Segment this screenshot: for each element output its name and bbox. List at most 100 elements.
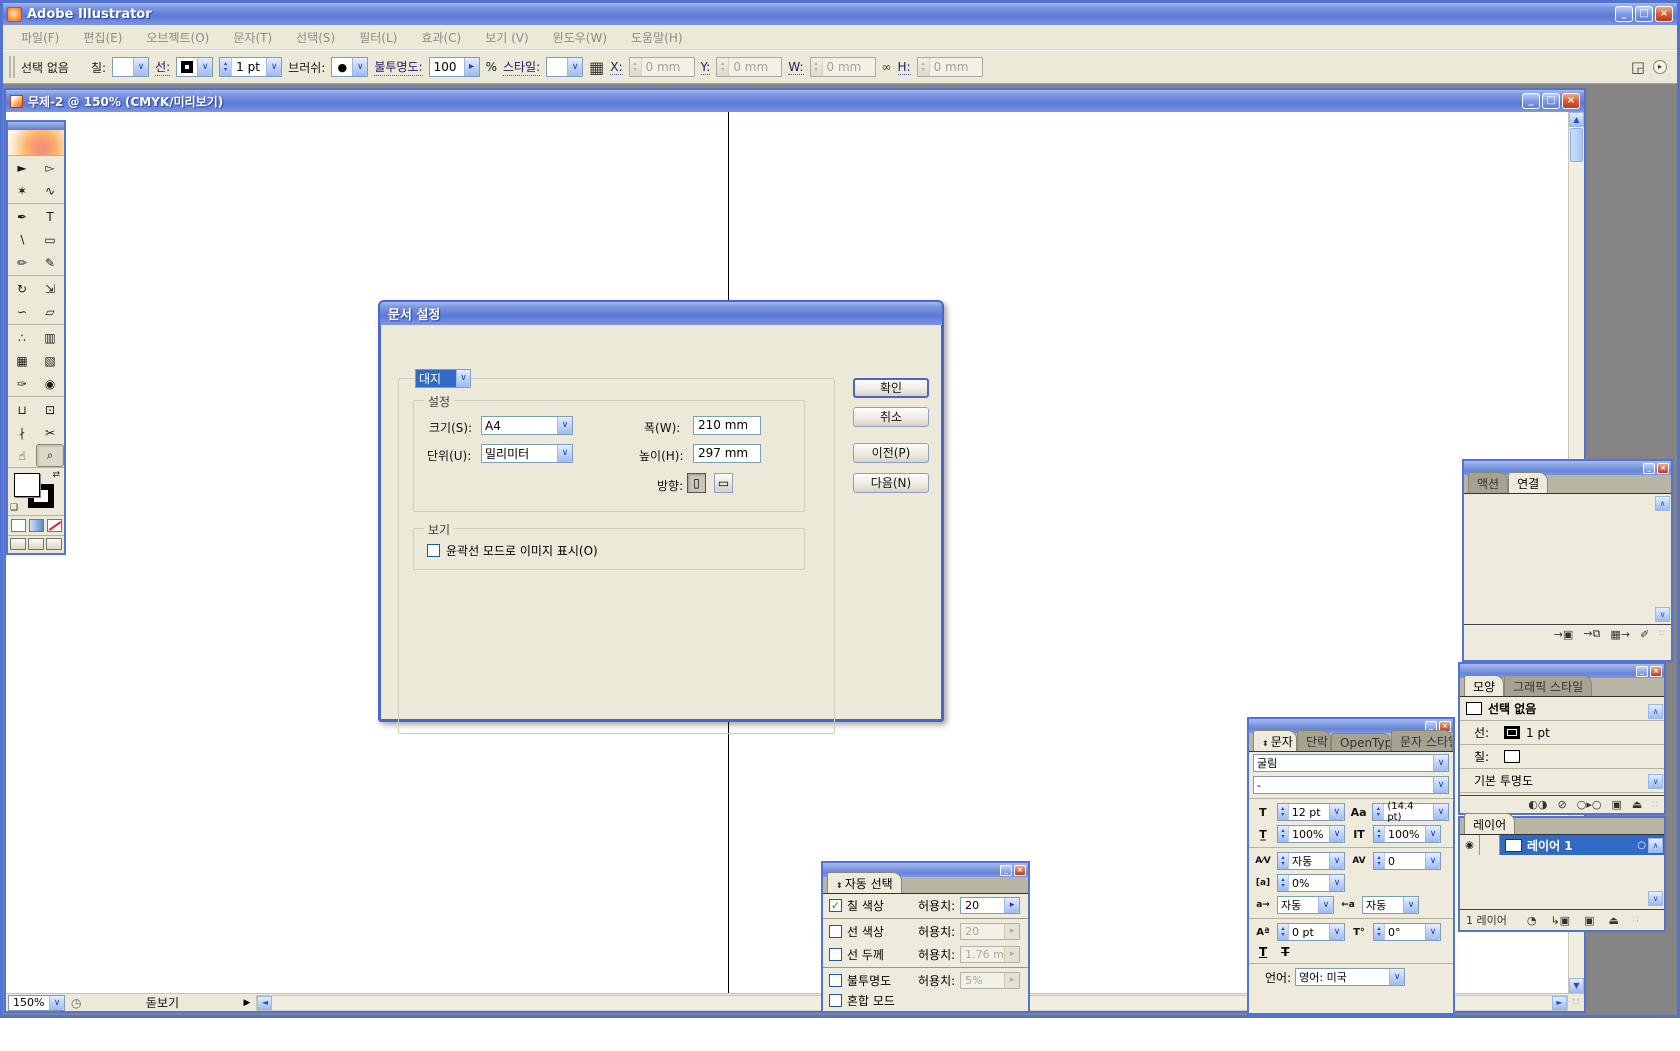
scroll-right-icon[interactable]: ► <box>1552 996 1567 1010</box>
tab-appearance[interactable]: 모양 <box>1464 675 1504 696</box>
aki-right-field[interactable]: 자동 ∨ <box>1362 896 1419 914</box>
appearance-row-stroke[interactable]: 선: 1 pt <box>1460 721 1664 745</box>
none-button[interactable] <box>47 519 62 532</box>
layer-row[interactable]: ◉ 레이어 1 ○ <box>1460 835 1664 855</box>
chevron-down-icon[interactable]: ∨ <box>557 445 572 462</box>
scroll-up-icon[interactable]: ∧ <box>1655 496 1670 511</box>
resize-grip[interactable]: ∷ <box>1568 995 1584 1011</box>
menu-window[interactable]: 윈도우(W) <box>541 26 619 49</box>
chevron-down-icon[interactable]: ∨ <box>557 417 572 434</box>
style-dropdown[interactable]: ∨ <box>546 57 583 77</box>
line-tool-icon[interactable]: ∖ <box>8 228 36 251</box>
doc-maximize-button[interactable]: □ <box>1542 93 1560 109</box>
chevron-down-icon[interactable]: ∨ <box>1425 853 1440 869</box>
menu-object[interactable]: 오브젝트(O) <box>134 26 221 49</box>
gradient-button[interactable] <box>29 519 44 532</box>
ok-button[interactable]: 확인 <box>853 378 929 398</box>
layers-scrollbar[interactable]: ∧ ∨ <box>1648 838 1663 906</box>
chevron-down-icon[interactable]: ∨ <box>1433 755 1448 771</box>
stroke-color-checkbox[interactable] <box>829 925 842 938</box>
slice-tool-icon[interactable]: ∤ <box>8 421 36 444</box>
width-input[interactable]: 210 mm <box>693 416 761 435</box>
scale-tool-icon[interactable]: ⇲ <box>36 277 64 300</box>
fill-color-dropdown[interactable]: ∨ <box>112 57 149 77</box>
font-family-dropdown[interactable]: 굴림 ∨ <box>1253 754 1449 772</box>
chevron-down-icon[interactable]: ∨ <box>1425 924 1440 940</box>
chevron-down-icon[interactable]: ∨ <box>1403 897 1418 913</box>
layer-name[interactable]: 레이어 1 <box>1527 837 1637 854</box>
resize-grip[interactable]: ∷ <box>1633 915 1639 925</box>
chevron-down-icon[interactable]: ∨ <box>197 58 212 76</box>
bar-flyout-menu-icon[interactable]: ▸ <box>1653 60 1667 74</box>
stroke-label[interactable]: 선: <box>155 58 170 76</box>
appearance-scrollbar[interactable]: ∧ ∨ <box>1648 704 1663 789</box>
toolbox-drag-bar[interactable] <box>8 122 64 130</box>
tab-character-styles[interactable]: 문자 스타일 <box>1391 730 1453 751</box>
cancel-button[interactable]: 취소 <box>853 407 929 427</box>
chevron-down-icon[interactable]: ∨ <box>133 58 148 76</box>
unit-dropdown[interactable]: 밀리미터 ∨ <box>481 444 573 463</box>
new-layer-icon[interactable]: ▣ <box>1584 914 1594 927</box>
rectangle-tool-icon[interactable]: ▭ <box>36 228 64 251</box>
scroll-down-icon[interactable]: ∨ <box>1655 607 1670 622</box>
mesh-tool-icon[interactable]: ▦ <box>8 349 36 372</box>
chevron-down-icon[interactable]: ∨ <box>1329 853 1344 869</box>
doc-minimize-button[interactable]: _ <box>1522 93 1540 109</box>
menu-select[interactable]: 선택(S) <box>284 26 347 49</box>
blend-tool-icon[interactable]: ◉ <box>36 372 64 395</box>
app-title-bar[interactable]: Adobe Illustrator _ □ × <box>3 3 1677 25</box>
baseline-shift-field[interactable]: ▴▾ 0 pt ∨ <box>1277 923 1345 941</box>
duplicate-item-icon[interactable]: ○▸○ <box>1577 798 1602 811</box>
menu-view[interactable]: 보기 (V) <box>473 26 540 49</box>
palette-close-button[interactable]: × <box>1650 666 1662 677</box>
palette-minimize-button[interactable]: _ <box>1643 463 1655 474</box>
tab-character[interactable]: ⬍문자 <box>1253 730 1297 751</box>
fill-stroke-indicator[interactable]: ⇄ ❏ <box>8 467 64 515</box>
options-bar-grip[interactable] <box>9 56 15 78</box>
type-tool-icon[interactable]: T <box>36 205 64 228</box>
scroll-up-icon[interactable]: ▲ <box>1569 112 1584 127</box>
language-dropdown[interactable]: 영어: 미국 ∨ <box>1295 968 1405 986</box>
free-transform-tool-icon[interactable]: ▱ <box>36 300 64 323</box>
relink-icon[interactable]: →▣ <box>1554 628 1574 641</box>
font-style-dropdown[interactable]: - ∨ <box>1253 776 1449 794</box>
landscape-orientation-button[interactable]: ▭ <box>714 473 733 493</box>
direct-selection-tool-icon[interactable]: ▻ <box>36 156 64 179</box>
lock-toggle[interactable] <box>1480 835 1500 855</box>
new-item-icon[interactable]: ▣ <box>1611 798 1621 811</box>
menu-filter[interactable]: 필터(L) <box>347 26 409 49</box>
magic-wand-tool-icon[interactable]: ✶ <box>8 179 36 202</box>
menu-type[interactable]: 문자(T) <box>221 26 284 49</box>
link-dimensions-icon[interactable]: ∞ <box>882 60 892 74</box>
tab-paragraph[interactable]: 단락 <box>1297 730 1331 751</box>
underline-icon[interactable]: T <box>1259 945 1267 959</box>
appearance-row-fill[interactable]: 칠: <box>1460 745 1664 769</box>
stroke-weight-checkbox[interactable] <box>829 948 842 961</box>
graph-tool-icon[interactable]: ▥ <box>36 326 64 349</box>
chevron-down-icon[interactable]: ∨ <box>1389 969 1404 985</box>
links-scrollbar[interactable]: ∧ ∨ <box>1655 496 1670 622</box>
paintbrush-tool-icon[interactable]: ✏ <box>8 251 36 274</box>
zoom-level-combo[interactable]: 150% ∨ <box>8 995 65 1011</box>
tab-magic-wand[interactable]: ⬍자동 선택 <box>827 872 902 893</box>
slider-popup-icon[interactable]: ▸ <box>464 58 479 76</box>
menu-effect[interactable]: 효과(C) <box>409 26 473 49</box>
palette-close-button[interactable]: × <box>1014 865 1026 876</box>
character-rotation-field[interactable]: ▴▾ 0° ∨ <box>1373 923 1441 941</box>
chevron-down-icon[interactable]: ∨ <box>1329 804 1344 820</box>
aki-left-field[interactable]: 자동 ∨ <box>1277 896 1334 914</box>
palette-close-button[interactable]: × <box>1657 463 1669 474</box>
scissors-tool-icon[interactable]: ✂ <box>36 421 64 444</box>
vertical-scale-field[interactable]: ▴▾ 100% ∨ <box>1373 825 1441 843</box>
visibility-toggle[interactable]: ◉ <box>1460 835 1480 855</box>
scroll-down-icon[interactable]: ∨ <box>1648 774 1663 789</box>
chevron-down-icon[interactable]: ∨ <box>1433 804 1448 820</box>
resize-grip[interactable]: ∷ <box>1652 800 1658 810</box>
new-sublayer-icon[interactable]: ↳▣ <box>1550 914 1570 927</box>
live-paint-bucket-tool-icon[interactable]: ⊔ <box>8 398 36 421</box>
opacity-label[interactable]: 불투명도: <box>374 58 422 76</box>
vertical-scroll-thumb[interactable] <box>1570 128 1583 162</box>
chevron-down-icon[interactable]: ∨ <box>1329 924 1344 940</box>
links-list-area[interactable]: ∧ ∨ <box>1464 494 1671 624</box>
rotate-tool-icon[interactable]: ↻ <box>8 277 36 300</box>
